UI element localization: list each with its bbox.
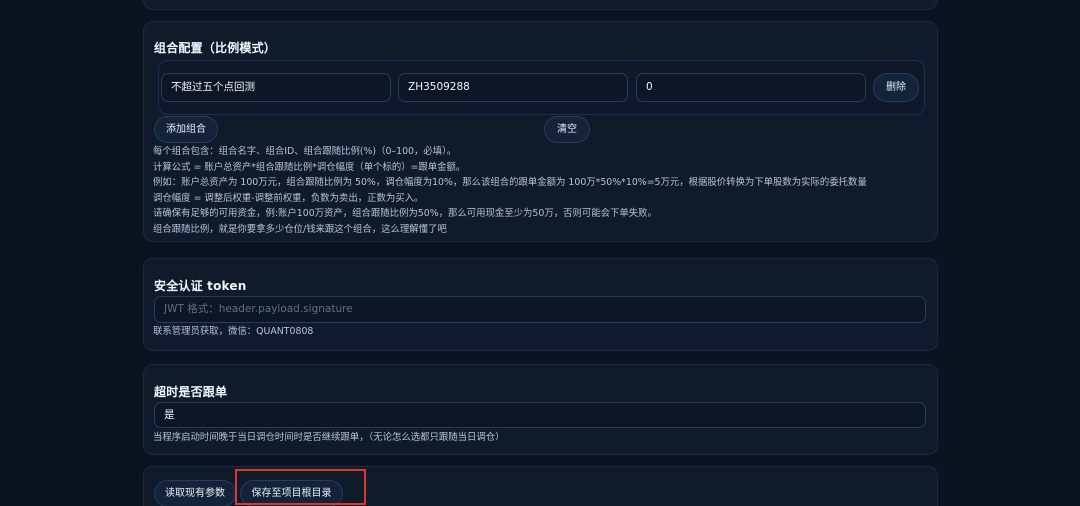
token-section-title: 安全认证 token	[154, 279, 247, 293]
portfolio-id-input[interactable]: ZH3509288	[398, 73, 628, 102]
portfolio-name-input[interactable]: 不超过五个点回测	[161, 73, 391, 102]
help-text-6: 组合跟随比例，就是你要拿多少仓位/钱来跟这个组合，这么理解懂了吧	[153, 223, 447, 235]
previous-section-card	[143, 0, 938, 10]
timeout-section-title: 超时是否跟单	[154, 385, 228, 399]
token-input[interactable]: JWT 格式：header.payload.signature	[154, 296, 926, 323]
help-text-4: 调仓幅度 = 调整后权重-调整前权重，负数为卖出，正数为买入。	[153, 192, 424, 204]
save-to-root-button[interactable]: 保存至项目根目录	[240, 480, 343, 506]
clear-button[interactable]: 清空	[544, 116, 590, 143]
help-text-1: 每个组合包含：组合名字、组合ID、组合跟随比例(%)（0–100，必填）。	[153, 146, 457, 157]
timeout-select[interactable]: 是	[154, 402, 926, 428]
settings-page: 组合配置（比例模式） 不超过五个点回测 ZH3509288 0 删除 添加组合 …	[0, 0, 1080, 506]
help-text-5: 请确保有足够的可用资金，例:账户100万资产，组合跟随比例为50%，那么可用现金…	[153, 208, 657, 219]
portfolio-ratio-input[interactable]: 0	[636, 73, 866, 102]
help-text-2: 计算公式 = 账户总资产*组合跟随比例*调仓幅度（单个标的）=跟单金额。	[153, 161, 466, 173]
token-help-text: 联系管理员获取，微信：QUANT0808	[153, 326, 314, 337]
help-text-3: 例如：账户总资产为 100万元，组合跟随比例为 50%，调仓幅度为10%，那么该…	[153, 177, 867, 188]
read-params-button[interactable]: 读取现有参数	[154, 480, 236, 506]
portfolio-section-title: 组合配置（比例模式）	[154, 41, 277, 55]
delete-portfolio-button[interactable]: 删除	[873, 73, 919, 102]
add-portfolio-button[interactable]: 添加组合	[154, 116, 218, 143]
timeout-help-text: 当程序启动时间晚于当日调仓时间时是否继续跟单，（无论怎么选都只跟随当日调仓）	[153, 432, 505, 443]
